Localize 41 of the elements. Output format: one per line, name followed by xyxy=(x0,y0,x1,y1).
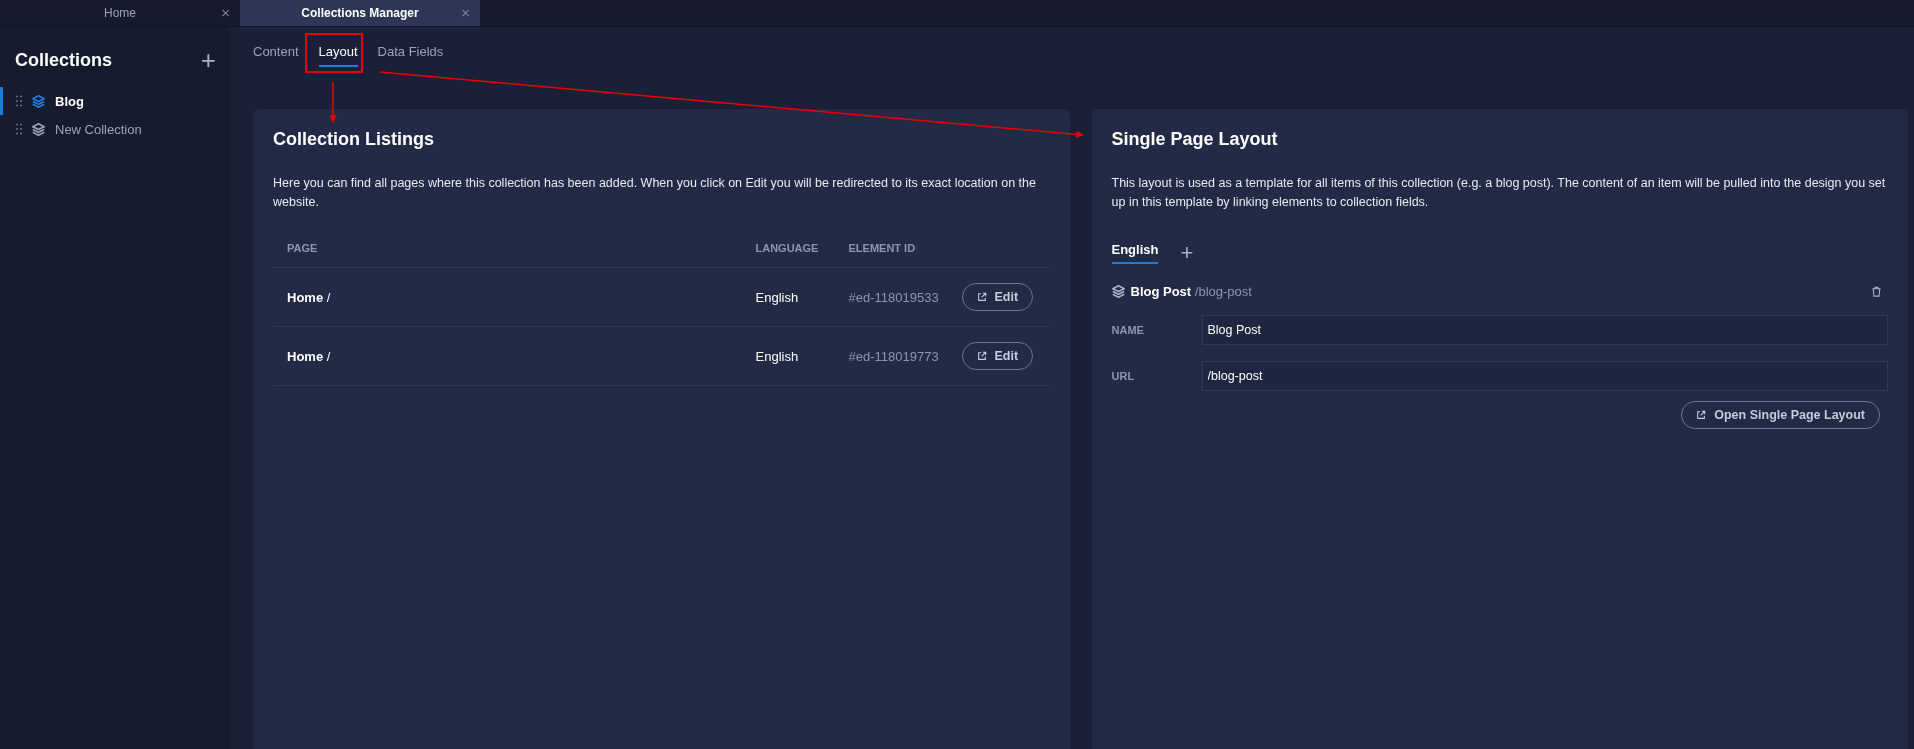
window-tab[interactable]: Collections Manager × xyxy=(240,0,480,26)
field-label: NAME xyxy=(1111,324,1145,336)
page-cell: Home / xyxy=(287,348,331,364)
description: This layout is used as a template for all items of this collection (e.g. a blog post). The content of an item will be pulled into the design you set up in this template by linking elements to collection fields. xyxy=(1111,175,1887,211)
card-title: Collection Listings xyxy=(273,129,435,150)
sidebar-title: Collections xyxy=(15,49,112,71)
stack-icon xyxy=(32,122,45,136)
external-link-icon xyxy=(1696,410,1707,420)
column-header: ELEMENT ID xyxy=(848,242,917,256)
trash-icon[interactable] xyxy=(1871,286,1882,297)
add-language-button[interactable]: + xyxy=(1180,242,1194,264)
collection-item[interactable]: New Collection xyxy=(0,115,230,143)
highlight-box xyxy=(305,33,363,73)
add-collection-button[interactable]: + xyxy=(200,47,216,73)
collection-item[interactable]: Blog xyxy=(0,87,230,115)
tab[interactable]: Content xyxy=(253,44,299,67)
element-id-cell: #ed-118019773 xyxy=(848,348,939,364)
description: Here you can find all pages where this collection has been added. When you click on Edit you will be redirected to its exact location on the website. xyxy=(273,175,1037,211)
window-tab[interactable]: Home × xyxy=(0,0,240,26)
column-header: PAGE xyxy=(286,242,319,256)
annotation-arrow xyxy=(329,81,337,123)
stack-icon xyxy=(1111,285,1125,298)
tab[interactable]: Data Fields xyxy=(377,44,444,67)
input-field[interactable]: /blog-post xyxy=(1201,361,1888,391)
language-cell: English xyxy=(755,289,799,305)
external-link-icon xyxy=(976,351,987,361)
close-tab-button[interactable]: × xyxy=(221,4,230,21)
tab[interactable]: Layout xyxy=(318,44,358,67)
stack-icon xyxy=(32,94,45,108)
drag-handle-icon[interactable] xyxy=(16,123,22,135)
external-link-icon xyxy=(976,292,987,302)
drag-handle-icon[interactable] xyxy=(16,95,22,107)
language-tab[interactable]: English xyxy=(1111,242,1159,264)
element-id-cell: #ed-118019533 xyxy=(848,289,939,305)
input-field[interactable]: Blog Post xyxy=(1201,315,1888,345)
field-label: URL xyxy=(1111,370,1136,382)
page-cell: Home / xyxy=(287,289,331,305)
language-cell: English xyxy=(755,348,799,364)
card-title: Single Page Layout xyxy=(1111,129,1279,150)
column-header: LANGUAGE xyxy=(755,242,820,256)
layout-title: Blog Post /blog-post xyxy=(1130,284,1252,299)
